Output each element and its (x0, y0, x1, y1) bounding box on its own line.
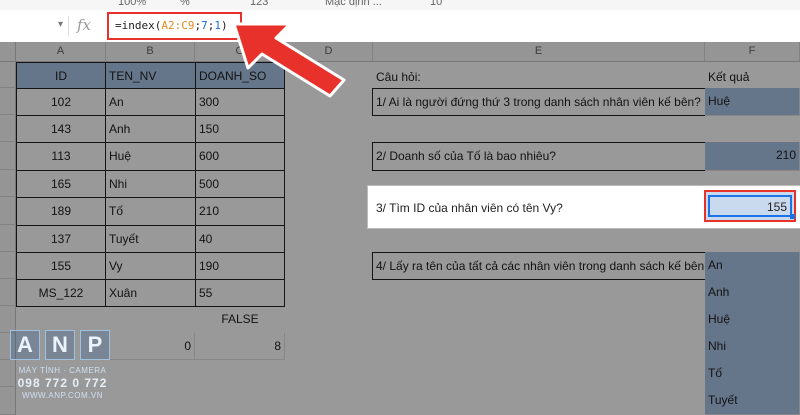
table-cell-id[interactable]: 155 (16, 252, 106, 280)
font-select[interactable]: Mặc định ... (325, 0, 382, 8)
table-cell-name[interactable]: An (105, 88, 196, 116)
answer-4-item[interactable]: Anh (705, 279, 800, 307)
table-cell-name[interactable]: Tuyết (105, 225, 196, 253)
row-header[interactable] (0, 142, 16, 170)
answer-4-item[interactable]: Nhi (705, 333, 800, 361)
table-cell-sales[interactable]: 600 (195, 142, 285, 171)
column-header-b[interactable]: B (106, 42, 195, 62)
fx-icon: fx (77, 16, 92, 34)
column-header-f[interactable]: F (705, 42, 800, 62)
logo-tagline: MÁY TÍNH · CAMERA (18, 366, 107, 375)
row-header[interactable] (0, 306, 16, 333)
logo-letter: A (10, 330, 40, 360)
answer-4-item[interactable]: Huệ (705, 306, 800, 334)
question-4[interactable]: 4/ Lấy ra tên của tất cả các nhân viên t… (372, 252, 711, 280)
table-cell-id[interactable]: 143 (16, 115, 106, 143)
table-header-ten-nv[interactable]: TEN_NV (105, 62, 196, 89)
zoom-select[interactable]: 100% (118, 0, 146, 8)
table-cell-id[interactable]: 137 (16, 225, 106, 253)
brand-logo: A N P MÁY TÍNH · CAMERA 098 772 0 772 WW… (10, 330, 115, 410)
table-cell-name[interactable]: Anh (105, 115, 196, 143)
table-cell-name[interactable]: Xuân (105, 279, 196, 307)
highlighted-row: 3/ Tìm ID của nhân viên có tên Vy? 155 (368, 186, 800, 228)
row-header[interactable] (0, 252, 16, 279)
table-cell-id[interactable]: MS_122 (16, 279, 106, 307)
toolbar: 100% % 123 Mặc định ... 10 (0, 0, 800, 10)
font-size-select[interactable]: 10 (430, 0, 442, 8)
result-header[interactable]: Kết quả (705, 62, 800, 89)
spreadsheet-grid: A B C D E F ID TEN_NV DOANH_SO 102 An 30… (0, 42, 800, 415)
table-cell-id[interactable]: 102 (16, 88, 106, 116)
answer-2[interactable]: 210 (705, 142, 800, 171)
answer-1[interactable]: Huệ (705, 88, 800, 116)
row-header[interactable] (0, 88, 16, 115)
arrow-icon (232, 22, 346, 98)
fill-handle[interactable] (790, 214, 795, 219)
row-header[interactable] (0, 62, 16, 88)
row-header[interactable] (0, 279, 16, 306)
answer-3-cell[interactable]: 155 (708, 195, 792, 217)
row-header[interactable] (0, 225, 16, 252)
logo-letter: N (45, 330, 75, 360)
question-3[interactable]: 3/ Tìm ID của nhân viên có tên Vy? (376, 201, 563, 215)
more-formats-button[interactable]: 123 (250, 0, 268, 8)
table-cell-name[interactable]: Nhi (105, 170, 196, 198)
table-cell-name[interactable]: Huệ (105, 142, 196, 171)
divider (68, 16, 69, 36)
table-cell-sales[interactable]: 40 (195, 225, 285, 253)
table-cell-sales[interactable]: 210 (195, 197, 285, 226)
cell-false[interactable]: FALSE (195, 306, 285, 333)
formula-text: =index(A2:C9;7;1) (115, 19, 228, 32)
table-cell-name[interactable]: Vy (105, 252, 196, 280)
answer-4-item[interactable]: An (705, 252, 800, 280)
table-cell-sales[interactable]: 55 (195, 279, 285, 307)
logo-website: WWW.ANP.COM.VN (21, 391, 104, 400)
table-header-id[interactable]: ID (16, 62, 106, 89)
table-cell-id[interactable]: 189 (16, 197, 106, 226)
answer-4-item[interactable]: Tố (705, 360, 800, 388)
percent-format-button[interactable]: % (180, 0, 190, 8)
cell-zero[interactable]: 0 (106, 333, 195, 360)
question-2[interactable]: 2/ Doanh số của Tố là bao nhiêu? (372, 142, 706, 171)
column-header-e[interactable]: E (373, 42, 705, 62)
table-cell-id[interactable]: 113 (16, 142, 106, 171)
table-cell-id[interactable]: 165 (16, 170, 106, 198)
answer-3-callout: 155 (704, 190, 796, 222)
answer-4-item[interactable]: Tuyết (705, 387, 800, 415)
formula-input[interactable]: =index(A2:C9;7;1) (107, 12, 242, 40)
row-header[interactable] (0, 115, 16, 142)
column-header-a[interactable]: A (16, 42, 106, 62)
logo-phone: 098 772 0 772 (17, 376, 108, 390)
table-cell-name[interactable]: Tố (105, 197, 196, 226)
table-cell-sales[interactable]: 190 (195, 252, 285, 280)
row-header[interactable] (0, 197, 16, 225)
row-header[interactable] (0, 170, 16, 197)
chevron-down-icon[interactable]: ▾ (58, 19, 63, 30)
logo-letter: P (80, 330, 110, 360)
table-cell-sales[interactable]: 150 (195, 115, 285, 143)
table-cell-sales[interactable]: 500 (195, 170, 285, 198)
cell-eight[interactable]: 8 (195, 333, 285, 360)
question-1[interactable]: 1/ Ai là người đứng thứ 3 trong danh sác… (372, 88, 706, 116)
select-all-corner[interactable] (0, 42, 16, 62)
questions-header[interactable]: Câu hỏi: (373, 62, 705, 89)
